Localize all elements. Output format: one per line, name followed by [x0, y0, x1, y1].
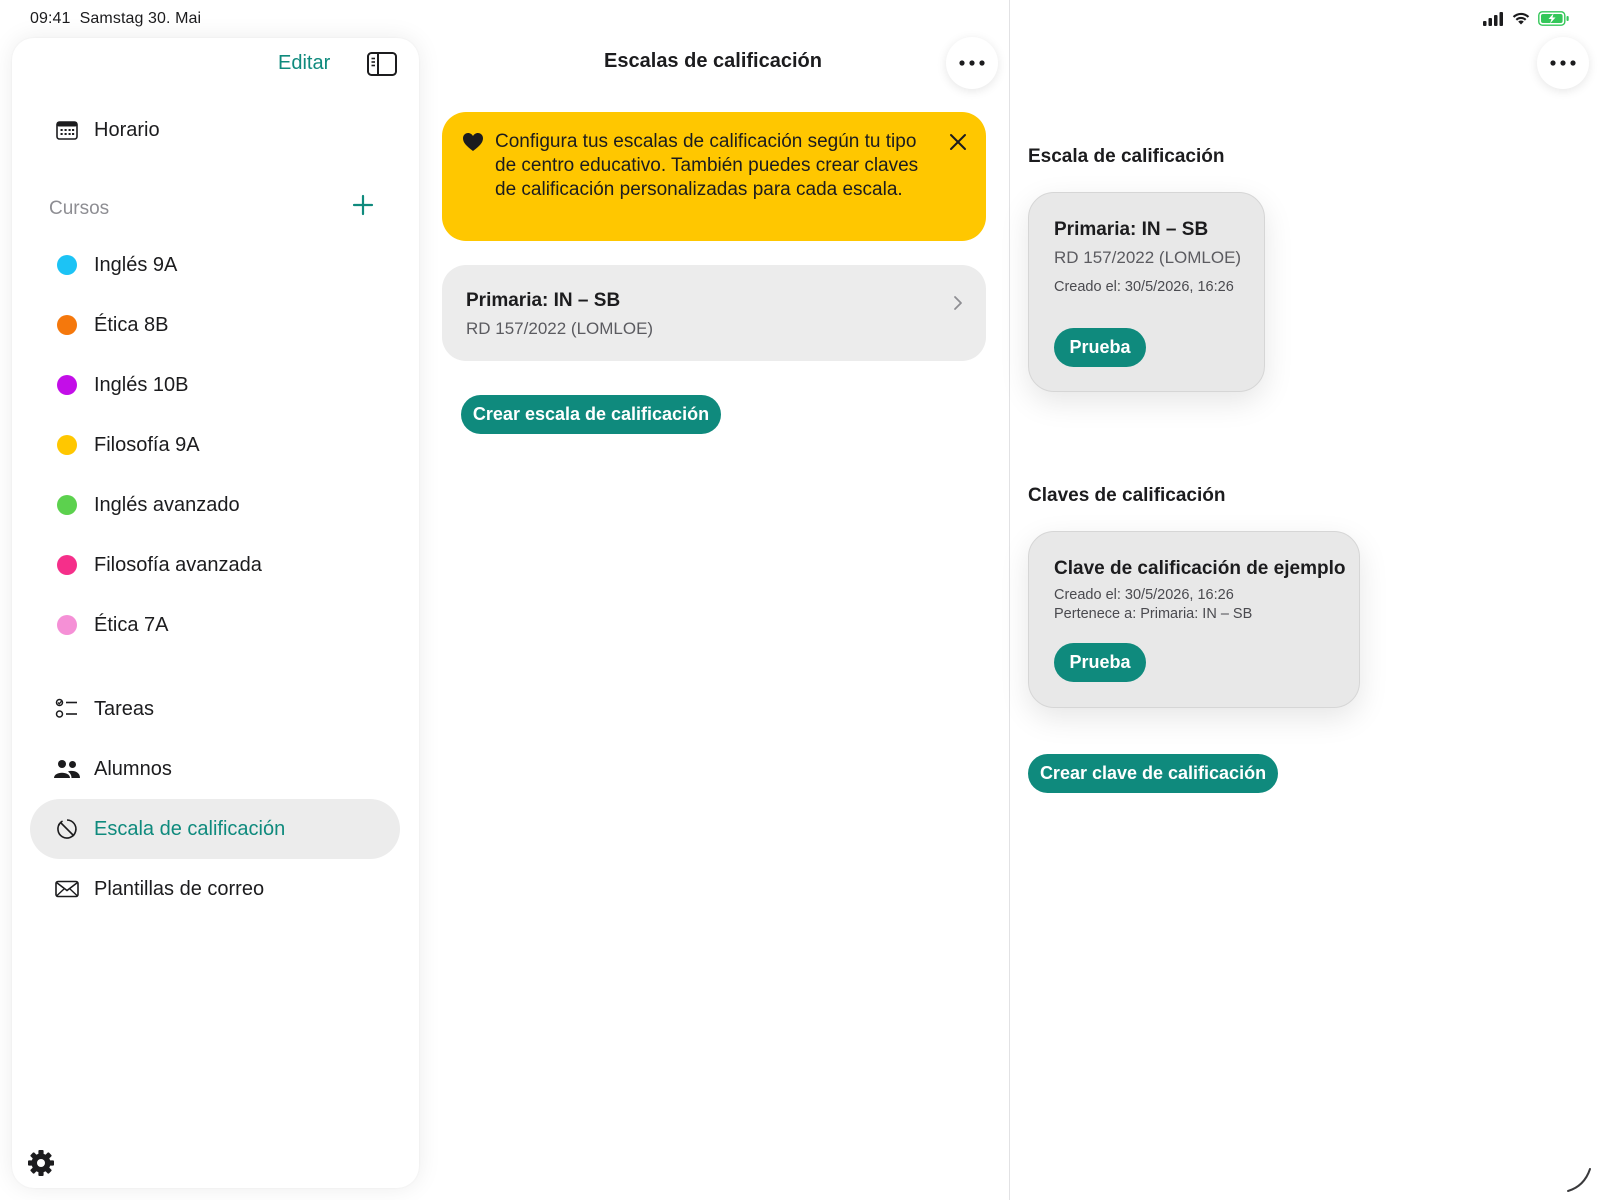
banner-text: Configura tus escalas de calificación se…: [495, 131, 919, 200]
status-icons: [1482, 11, 1570, 26]
course-label: Inglés 10B: [94, 373, 189, 396]
sidebar-toggle-icon[interactable]: [366, 50, 398, 78]
course-label: Ética 7A: [94, 613, 169, 636]
course-color-dot: [57, 555, 77, 575]
sidebar-course-item[interactable]: Ética 7A: [30, 595, 400, 655]
battery-charging-icon: [1538, 11, 1569, 26]
course-label: Ética 8B: [94, 313, 169, 336]
grading-scale-icon: [52, 814, 82, 844]
scale-card-title: Primaria: IN – SB: [1054, 219, 1209, 240]
grading-scale-list-item[interactable]: Primaria: IN – SB RD 157/2022 (LOMLOE): [442, 265, 986, 361]
edit-button[interactable]: Editar: [278, 52, 330, 75]
course-label: Inglés avanzado: [94, 493, 240, 516]
status-bar: 09:41 Samstag 30. Mai: [0, 0, 1600, 36]
sidebar-item-horario[interactable]: Horario: [30, 100, 400, 160]
scale-card[interactable]: Primaria: IN – SB RD 157/2022 (LOMLOE) C…: [1028, 192, 1265, 392]
ellipsis-icon: [959, 60, 985, 66]
ellipsis-icon: [1550, 60, 1576, 66]
key-card-belongs: Pertenece a: Primaria: IN – SB: [1054, 606, 1253, 622]
detail-more-options-button[interactable]: [1537, 37, 1589, 89]
people-icon: [52, 754, 82, 784]
course-color-dot: [57, 315, 77, 335]
cellular-signal-icon: [1483, 11, 1503, 26]
heart-icon: [463, 133, 483, 151]
key-card-created: Creado el: 30/5/2026, 16:26: [1054, 587, 1234, 603]
scale-card-test-button[interactable]: Prueba: [1054, 328, 1146, 367]
sidebar-item-label: Plantillas de correo: [94, 877, 265, 900]
grading-key-card[interactable]: Clave de calificación de ejemplo Creado …: [1028, 531, 1360, 708]
scale-card-created: Creado el: 30/5/2026, 16:26: [1054, 279, 1234, 295]
clock-time: 09:41: [30, 10, 71, 27]
sidebar-item-label: Alumnos: [94, 757, 172, 780]
status-time: 09:41 Samstag 30. Mai: [30, 10, 201, 28]
sidebar-item-plantillas[interactable]: Plantillas de correo: [30, 859, 400, 919]
tasks-icon: [52, 694, 82, 724]
course-color-dot: [57, 255, 77, 275]
chevron-right-icon: [954, 296, 962, 310]
sidebar-course-item[interactable]: Inglés 9A: [30, 235, 400, 295]
sidebar-course-item[interactable]: Filosofía 9A: [30, 415, 400, 475]
sidebar-item-alumnos[interactable]: Alumnos: [30, 739, 400, 799]
page-title: Escalas de calificación: [604, 50, 822, 72]
scale-item-subtitle: RD 157/2022 (LOMLOE): [466, 319, 654, 338]
course-color-dot: [57, 375, 77, 395]
course-label: Filosofía avanzada: [94, 553, 262, 576]
clock-date: Samstag 30. Mai: [79, 10, 202, 27]
course-color-dot: [57, 615, 77, 635]
keys-section-heading: Claves de calificación: [1028, 485, 1226, 506]
more-options-button[interactable]: [946, 37, 998, 89]
course-color-dot: [57, 495, 77, 515]
create-key-button[interactable]: Crear clave de calificación: [1028, 754, 1278, 793]
scale-item-title: Primaria: IN – SB: [466, 290, 621, 311]
sidebar-item-label: Tareas: [94, 697, 155, 720]
sidebar-course-item[interactable]: Inglés 10B: [30, 355, 400, 415]
settings-gear-icon[interactable]: [26, 1148, 56, 1178]
sidebar-item-label: Horario: [94, 118, 160, 141]
calendar-icon: [52, 115, 82, 145]
close-icon[interactable]: [946, 130, 970, 154]
course-label: Filosofía 9A: [94, 433, 200, 456]
wifi-icon: [1512, 12, 1530, 25]
course-color-dot: [57, 435, 77, 455]
course-label: Inglés 9A: [94, 253, 178, 276]
column-divider: [1009, 0, 1010, 1200]
sidebar-item-escala[interactable]: Escala de calificación: [30, 799, 400, 859]
key-card-test-button[interactable]: Prueba: [1054, 643, 1146, 682]
key-card-title: Clave de calificación de ejemplo: [1054, 558, 1346, 579]
sidebar-item-tareas[interactable]: Tareas: [30, 679, 400, 739]
add-course-plus-icon[interactable]: [350, 192, 376, 218]
sidebar: Editar Horario Cursos Inglés 9A Ética 8B…: [12, 38, 419, 1188]
sidebar-item-label: Escala de calificación: [94, 817, 286, 840]
resize-corner-icon: [1567, 1168, 1591, 1192]
sidebar-course-item[interactable]: Inglés avanzado: [30, 475, 400, 535]
envelope-icon: [52, 874, 82, 904]
create-scale-button[interactable]: Crear escala de calificación: [461, 395, 721, 434]
scale-section-heading: Escala de calificación: [1028, 146, 1225, 167]
sidebar-course-item[interactable]: Ética 8B: [30, 295, 400, 355]
courses-section-header: Cursos: [49, 198, 110, 219]
sidebar-course-item[interactable]: Filosofía avanzada: [30, 535, 400, 595]
info-banner: Configura tus escalas de calificación se…: [442, 112, 986, 241]
scale-card-subtitle: RD 157/2022 (LOMLOE): [1054, 248, 1242, 267]
